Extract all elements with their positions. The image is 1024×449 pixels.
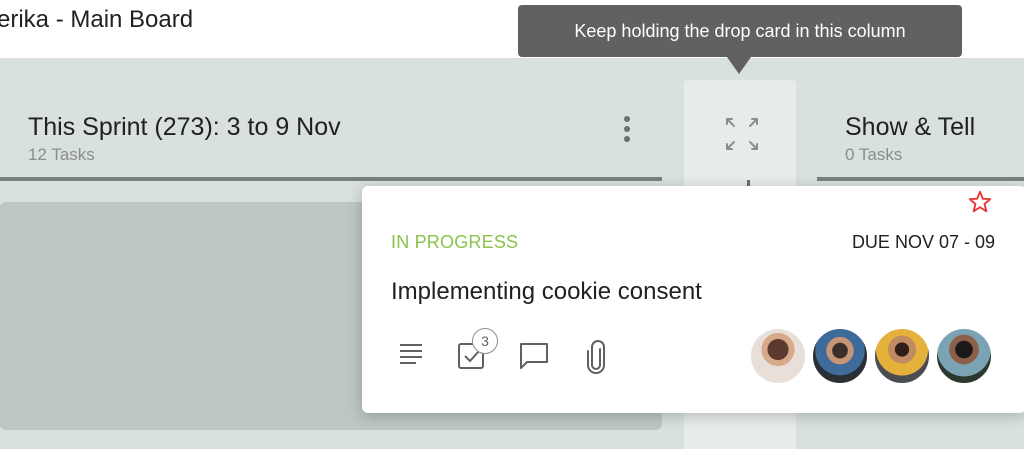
board-title: erika - Main Board [0, 6, 194, 33]
card-status: IN PROGRESS [391, 232, 519, 252]
drop-tooltip: Keep holding the drop card in this colum… [518, 5, 962, 57]
comment-icon[interactable] [518, 341, 550, 376]
column-title: Show & Tell [845, 113, 976, 141]
checklist-count-badge: 3 [472, 328, 498, 354]
card-title: Implementing cookie consent [391, 278, 702, 305]
more-vert-icon[interactable] [617, 114, 637, 144]
dragged-task-card[interactable]: IN PROGRESS DUE NOV 07 - 09 Implementing… [362, 186, 1024, 413]
expand-icon[interactable] [722, 114, 762, 159]
avatar[interactable] [935, 327, 993, 385]
column-divider [0, 177, 662, 181]
column-task-count: 0 Tasks [845, 145, 903, 164]
column-divider [817, 177, 1024, 181]
column-task-count: 12 Tasks [28, 145, 95, 164]
star-icon[interactable] [966, 188, 994, 221]
avatar[interactable] [873, 327, 931, 385]
column-title: This Sprint (273): 3 to 9 Nov [28, 113, 341, 141]
attachment-icon[interactable] [584, 340, 608, 379]
avatar[interactable] [749, 327, 807, 385]
description-icon[interactable] [398, 342, 426, 371]
column-header-show-and-tell: Show & Tell 0 Tasks [845, 113, 975, 165]
column-header-this-sprint: This Sprint (273): 3 to 9 Nov 12 Tasks [28, 113, 341, 165]
card-due-date: DUE NOV 07 - 09 [851, 232, 995, 252]
avatar[interactable] [811, 327, 869, 385]
tooltip-arrow [727, 57, 751, 74]
